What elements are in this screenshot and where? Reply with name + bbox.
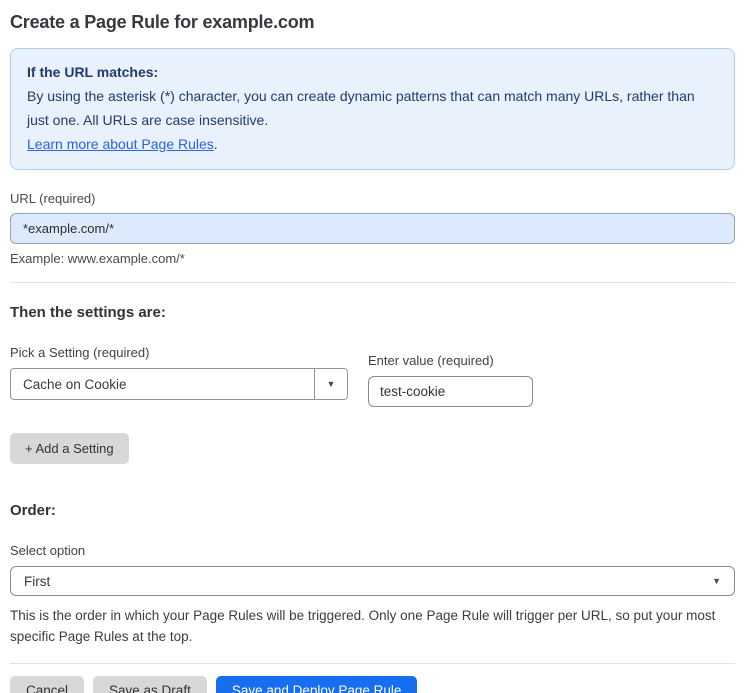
add-setting-button[interactable]: + Add a Setting: [10, 433, 129, 464]
setting-select-column: Pick a Setting (required) Cache on Cooki…: [10, 345, 348, 407]
chevron-down-icon: ▼: [326, 379, 336, 389]
url-field-label: URL (required): [10, 191, 96, 206]
setting-select-label: Pick a Setting (required): [10, 345, 150, 360]
order-section-heading: Order:: [10, 502, 56, 519]
form-actions: Cancel Save as Draft Save and Deploy Pag…: [10, 676, 735, 693]
setting-value-column: Enter value (required): [368, 353, 533, 407]
save-as-draft-button[interactable]: Save as Draft: [93, 676, 207, 693]
divider: [10, 663, 735, 664]
divider: [10, 282, 735, 283]
settings-row: Pick a Setting (required) Cache on Cooki…: [10, 345, 735, 407]
settings-section-heading: Then the settings are:: [10, 304, 166, 321]
info-box-heading: If the URL matches:: [27, 64, 159, 80]
url-match-info-box: If the URL matches: By using the asteris…: [10, 48, 735, 170]
url-input[interactable]: [10, 213, 735, 244]
setting-select-arrow-button[interactable]: ▼: [314, 369, 347, 399]
value-field-label: Enter value (required): [368, 353, 494, 368]
url-example-helper: Example: www.example.com/*: [10, 251, 185, 266]
cancel-button[interactable]: Cancel: [10, 676, 85, 693]
order-select-label: Select option: [10, 543, 86, 558]
link-suffix: .: [213, 136, 218, 152]
order-select-value: First: [24, 573, 51, 589]
chevron-down-icon: ▼: [712, 576, 721, 586]
setting-value-input[interactable]: [368, 376, 533, 407]
setting-select[interactable]: Cache on Cookie ▼: [10, 368, 348, 400]
order-select[interactable]: First ▼: [10, 566, 735, 596]
page-rule-form: Create a Page Rule for example.com If th…: [0, 0, 750, 693]
info-box-body: By using the asterisk (*) character, you…: [27, 88, 695, 128]
order-help-text: This is the order in which your Page Rul…: [10, 608, 716, 644]
info-box-link-line: Learn more about Page Rules.: [27, 132, 718, 156]
learn-more-link[interactable]: Learn more about Page Rules: [27, 136, 214, 152]
setting-select-value: Cache on Cookie: [23, 376, 127, 392]
page-title: Create a Page Rule for example.com: [10, 12, 315, 32]
save-and-deploy-button[interactable]: Save and Deploy Page Rule: [215, 676, 418, 693]
